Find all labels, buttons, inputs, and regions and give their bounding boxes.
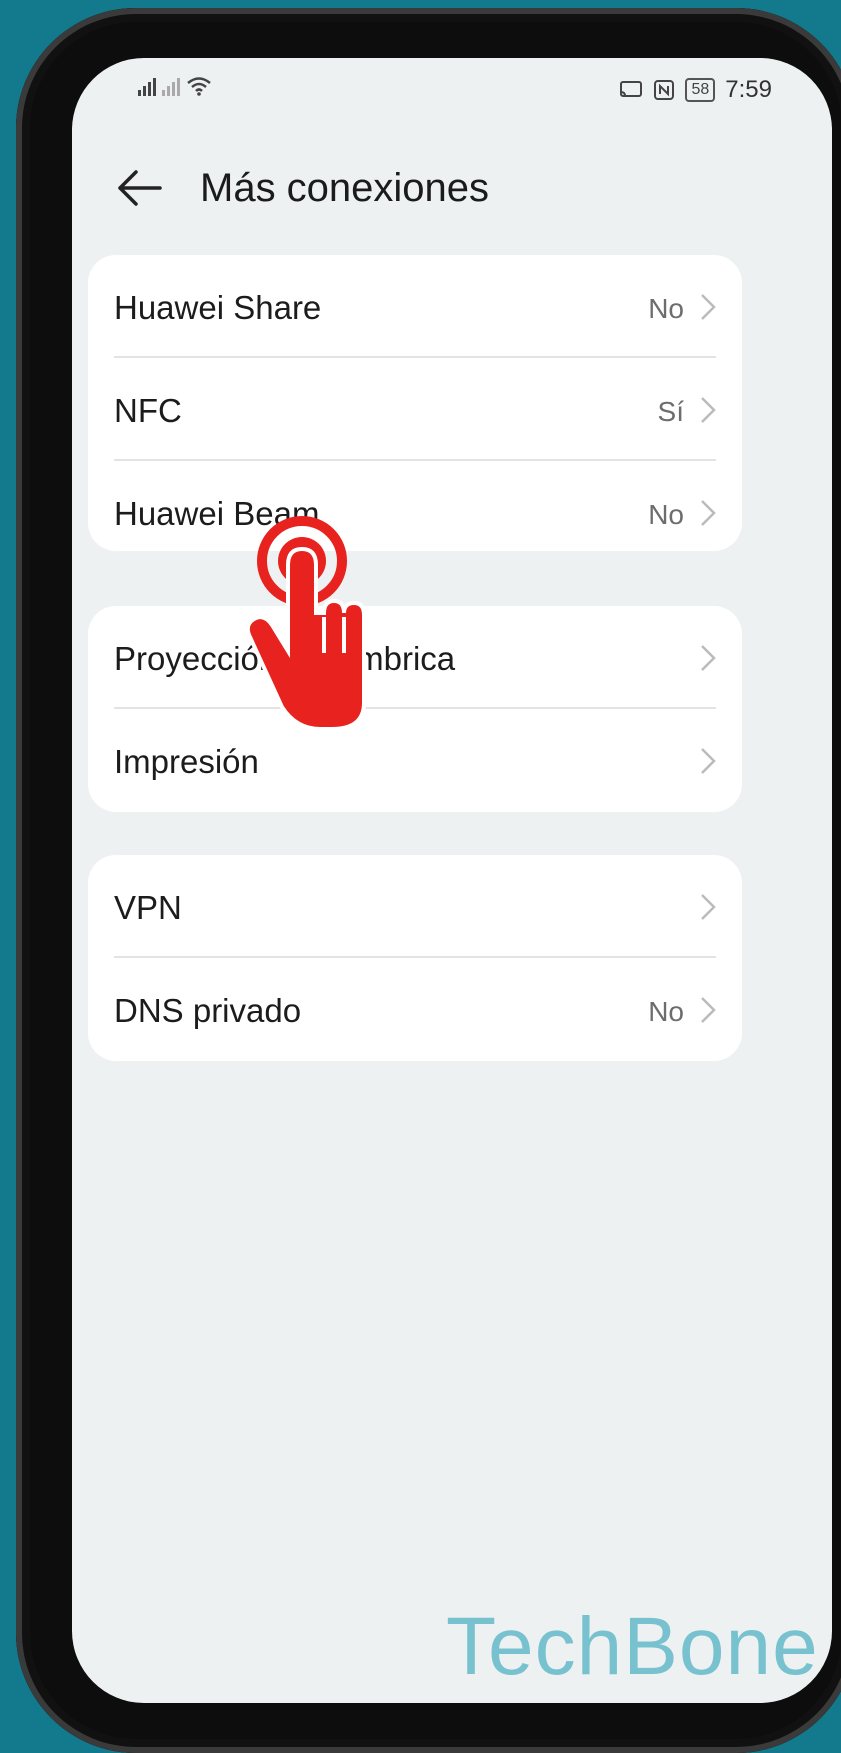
status-left: [138, 76, 212, 96]
wifi-icon: [187, 77, 211, 96]
chevron-right-icon: [701, 894, 716, 920]
setting-huawei-share[interactable]: Huawei Share No: [88, 255, 742, 358]
page-title: Más conexiones: [200, 166, 490, 210]
status-bar: 58 7:59: [72, 58, 832, 120]
chevron-right-icon: [701, 294, 716, 320]
status-time: 7:59: [725, 76, 772, 103]
setting-label: VPN: [114, 889, 182, 926]
screen: 58 7:59 Más conexiones Huawei Share No N…: [72, 58, 832, 1703]
setting-label: Impresión: [114, 743, 259, 780]
chevron-right-icon: [701, 748, 716, 774]
setting-nfc[interactable]: NFC Sí: [88, 358, 742, 461]
battery-icon: 58: [685, 78, 716, 102]
setting-private-dns[interactable]: DNS privado No: [88, 958, 742, 1061]
setting-vpn[interactable]: VPN: [88, 855, 742, 958]
setting-printing[interactable]: Impresión: [88, 709, 742, 812]
signal-icon: [138, 76, 156, 96]
signal-no-sim-icon: [162, 76, 180, 96]
chevron-right-icon: [701, 645, 716, 671]
settings-group-2: Proyección inalámbrica Impresión: [88, 606, 742, 812]
watermark-logo: TechBone: [446, 1601, 819, 1692]
setting-value: No: [648, 499, 684, 530]
setting-label: NFC: [114, 392, 182, 429]
phone-frame: 58 7:59 Más conexiones Huawei Share No N…: [16, 8, 841, 1753]
arrow-left-icon[interactable]: [114, 166, 164, 210]
chevron-right-icon: [701, 997, 716, 1023]
setting-value: No: [648, 293, 684, 324]
setting-wireless-projection[interactable]: Proyección inalámbrica: [88, 606, 742, 709]
nfc-icon: [654, 80, 675, 100]
setting-label: Huawei Share: [114, 289, 322, 326]
chevron-right-icon: [701, 500, 716, 526]
tap-hand-icon: [245, 516, 366, 731]
settings-group-3: VPN DNS privado No: [88, 855, 742, 1061]
setting-value: Sí: [657, 396, 684, 427]
app-header: Más conexiones: [72, 148, 832, 228]
status-right: 58 7:59: [619, 76, 772, 104]
setting-label: DNS privado: [114, 992, 302, 1029]
setting-value: No: [648, 996, 684, 1027]
settings-group-1: Huawei Share No NFC Sí Huawei Beam No: [88, 255, 742, 551]
setting-huawei-beam[interactable]: Huawei Beam No: [88, 461, 742, 564]
cast-icon: [620, 81, 643, 97]
chevron-right-icon: [701, 397, 716, 423]
